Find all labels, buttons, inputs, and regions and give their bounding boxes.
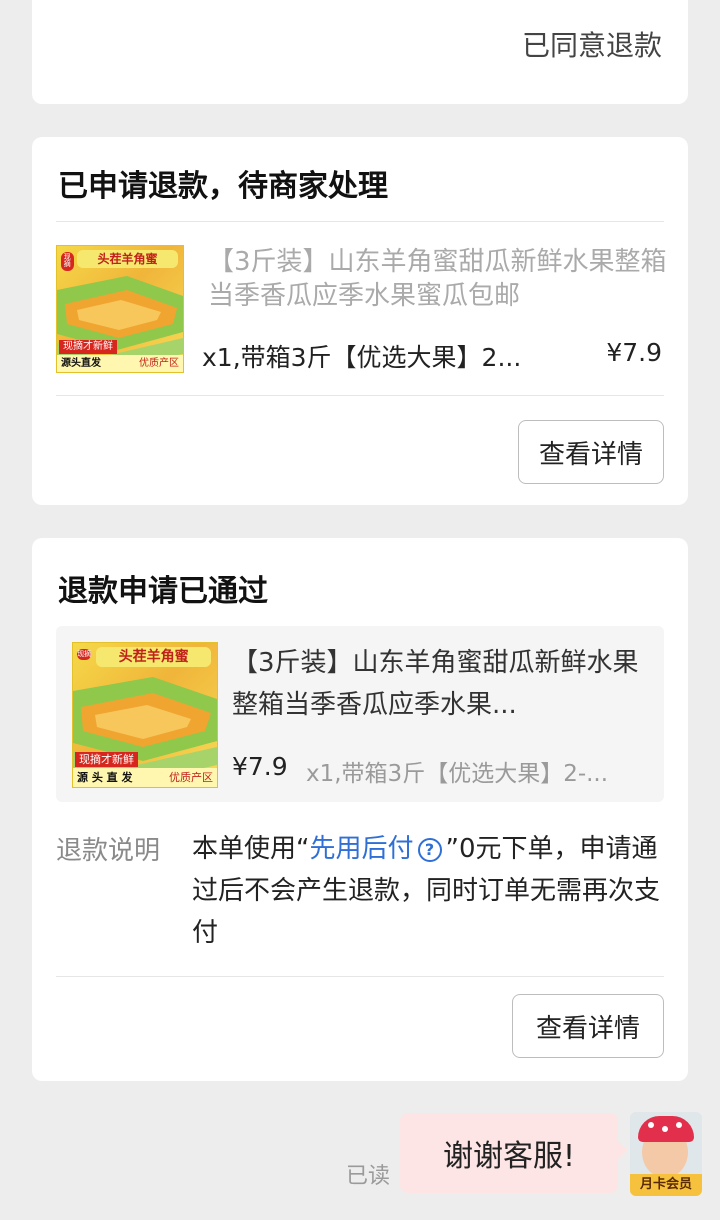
divider — [56, 221, 664, 222]
refund-note-text: 本单使用“先用后付? ”0元下单，申请通过后不会产生退款，同时订单无需再次支付 — [192, 828, 662, 954]
divider — [56, 976, 664, 977]
quality-origin-text: 优质产区 — [169, 771, 213, 784]
product-price: ¥7.9 — [606, 338, 662, 367]
product-spec: x1,带箱3斤【优选大果】2-... — [306, 761, 609, 787]
read-status: 已读 — [346, 1164, 391, 1189]
refund-text-prefix: 本单使用“ — [192, 834, 310, 864]
thumbnail-headline: 头茬羊角蜜 — [96, 647, 212, 667]
direct-ship-text: 源头直发 — [61, 358, 101, 369]
product-spec: x1,带箱3斤【优选大果】2... — [202, 343, 522, 372]
help-icon[interactable]: ? — [417, 837, 442, 862]
avatar[interactable]: 月卡会员 — [630, 1112, 702, 1196]
refund-agreed-status: 已同意退款 — [521, 29, 662, 62]
refund-pending-card: 已申请退款，待商家处理 现摘 头茬羊角蜜 现摘才新鲜 源头直发 优质产区 【3斤… — [32, 137, 688, 505]
thumbnail-footer: 源头直发 优质产区 — [57, 355, 183, 372]
card-title: 已申请退款，待商家处理 — [58, 169, 388, 204]
quality-origin-text: 优质产区 — [139, 358, 179, 369]
fresh-tag: 现摘才新鲜 — [59, 340, 117, 354]
direct-ship-text: 源 头 直 发 — [77, 771, 133, 784]
product-thumbnail[interactable]: 现摘 头茬羊角蜜 现摘才新鲜 源头直发 优质产区 — [56, 245, 184, 373]
refund-approved-card: 退款申请已通过 现摘 头茬羊角蜜 现摘才新鲜 源 头 直 发 优质产区 【3斤装… — [32, 538, 688, 1081]
avatar-hat — [638, 1116, 694, 1142]
thumbnail-headline: 头茬羊角蜜 — [77, 250, 178, 268]
pay-later-link[interactable]: 先用后付 — [309, 834, 413, 864]
card-title: 退款申请已通过 — [58, 574, 268, 609]
divider — [56, 395, 664, 396]
product-title: 【3斤装】山东羊角蜜甜瓜新鲜水果整箱当季香瓜应季水果... — [232, 648, 639, 720]
view-details-button[interactable]: 查看详情 — [518, 420, 664, 484]
refund-status-card-top: 已同意退款 — [32, 0, 688, 104]
member-badge: 月卡会员 — [630, 1174, 702, 1196]
product-thumbnail[interactable]: 现摘 头茬羊角蜜 现摘才新鲜 源 头 直 发 优质产区 — [72, 642, 218, 788]
product-price: ¥7.9 — [232, 752, 288, 781]
refund-note-label: 退款说明 — [56, 836, 161, 866]
product-summary[interactable]: 现摘 头茬羊角蜜 现摘才新鲜 源 头 直 发 优质产区 【3斤装】山东羊角蜜甜瓜… — [56, 626, 664, 802]
product-title[interactable]: 【3斤装】山东羊角蜜甜瓜新鲜水果整箱当季香瓜应季水果蜜瓜包邮 — [208, 245, 668, 313]
view-details-button[interactable]: 查看详情 — [512, 994, 664, 1058]
chat-message-bubble[interactable]: 谢谢客服! — [400, 1113, 628, 1193]
thumbnail-footer: 源 头 直 发 优质产区 — [73, 768, 217, 787]
fresh-tag: 现摘才新鲜 — [75, 752, 138, 767]
fresh-picked-tag: 现摘 — [61, 252, 74, 271]
